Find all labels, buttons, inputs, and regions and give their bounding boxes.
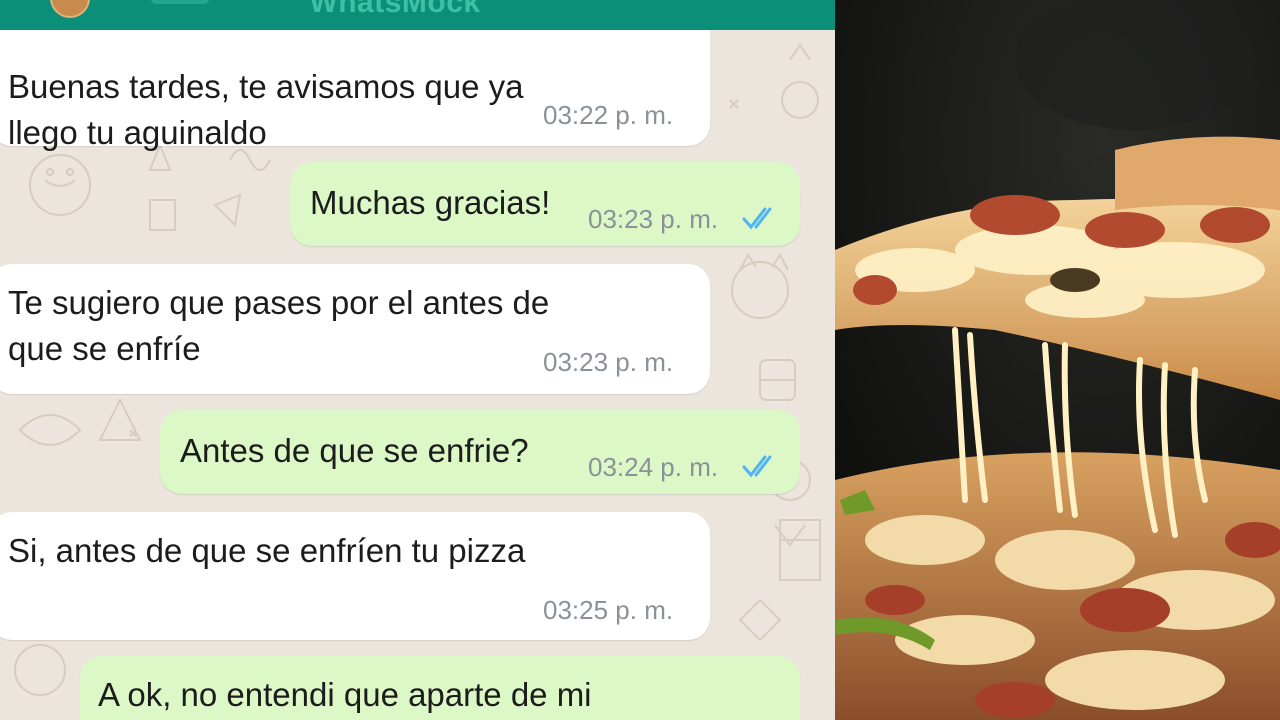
double-check-icon — [742, 455, 772, 478]
message-outgoing[interactable]: Muchas gracias! 03:23 p. m. — [290, 162, 800, 246]
message-time: 03:23 p. m. — [543, 347, 674, 377]
message-text: Te sugiero que pases por el antes de que… — [8, 284, 550, 367]
message-outgoing[interactable]: A ok, no entendi que aparte de mi — [80, 656, 800, 720]
message-text: Antes de que se enfrie? — [180, 432, 529, 469]
message-time: 03:22 p. m. — [543, 100, 674, 130]
message-time: 03:25 p. m. — [543, 595, 674, 625]
message-text: Si, antes de que se enfríen tu pizza — [8, 532, 526, 569]
chat-header: WhatsMock — [0, 0, 835, 30]
message-incoming[interactable]: Buenas tardes, te avisamos que ya llego … — [0, 30, 710, 151]
message-time: 03:23 p. m. — [588, 204, 719, 234]
message-outgoing[interactable]: Antes de que se enfrie? 03:24 p. m. — [160, 410, 800, 494]
pizza-image — [835, 0, 1280, 720]
pizza-photo — [835, 0, 1280, 720]
double-check-icon — [742, 207, 772, 230]
message-text: A ok, no entendi que aparte de mi — [98, 676, 592, 713]
chat-panel: WhatsMock Buenas tardes, te avisamos que… — [0, 0, 835, 720]
message-text: Muchas gracias! — [310, 184, 551, 221]
app-title: WhatsMock — [309, 0, 481, 19]
message-incoming[interactable]: Si, antes de que se enfríen tu pizza 03:… — [0, 512, 710, 640]
message-text: Buenas tardes, te avisamos que ya llego … — [8, 68, 524, 151]
message-incoming[interactable]: Te sugiero que pases por el antes de que… — [0, 264, 710, 394]
message-time: 03:24 p. m. — [588, 452, 719, 482]
